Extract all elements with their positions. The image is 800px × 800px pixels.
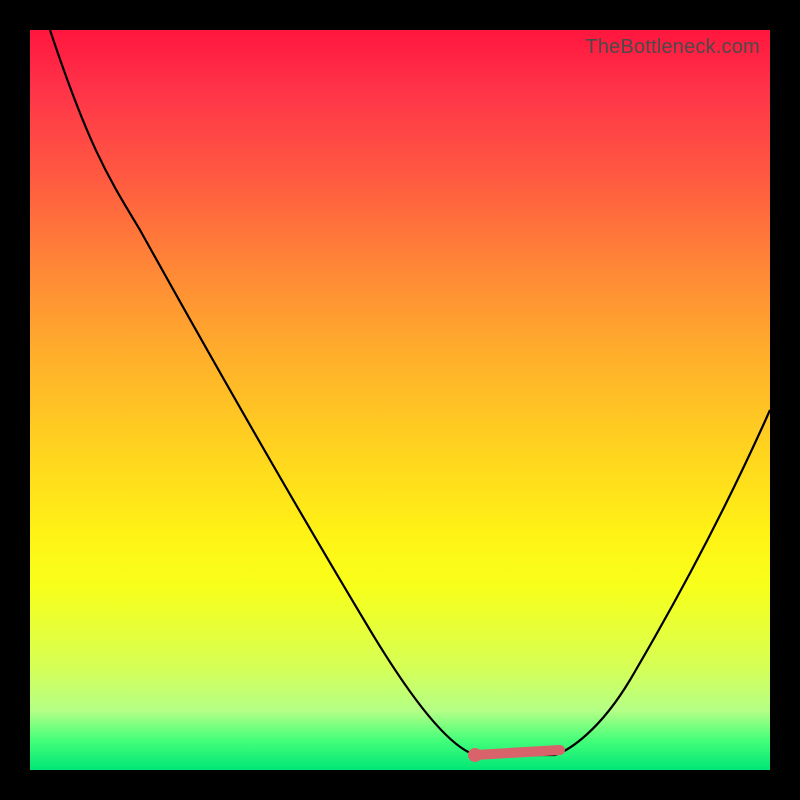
- highlight-segment: [475, 750, 560, 755]
- data-line: [50, 30, 770, 755]
- chart-plot-area: TheBottleneck.com: [30, 30, 770, 770]
- highlight-start-dot: [468, 748, 482, 762]
- chart-curve: [30, 30, 770, 770]
- chart-frame: TheBottleneck.com: [0, 0, 800, 800]
